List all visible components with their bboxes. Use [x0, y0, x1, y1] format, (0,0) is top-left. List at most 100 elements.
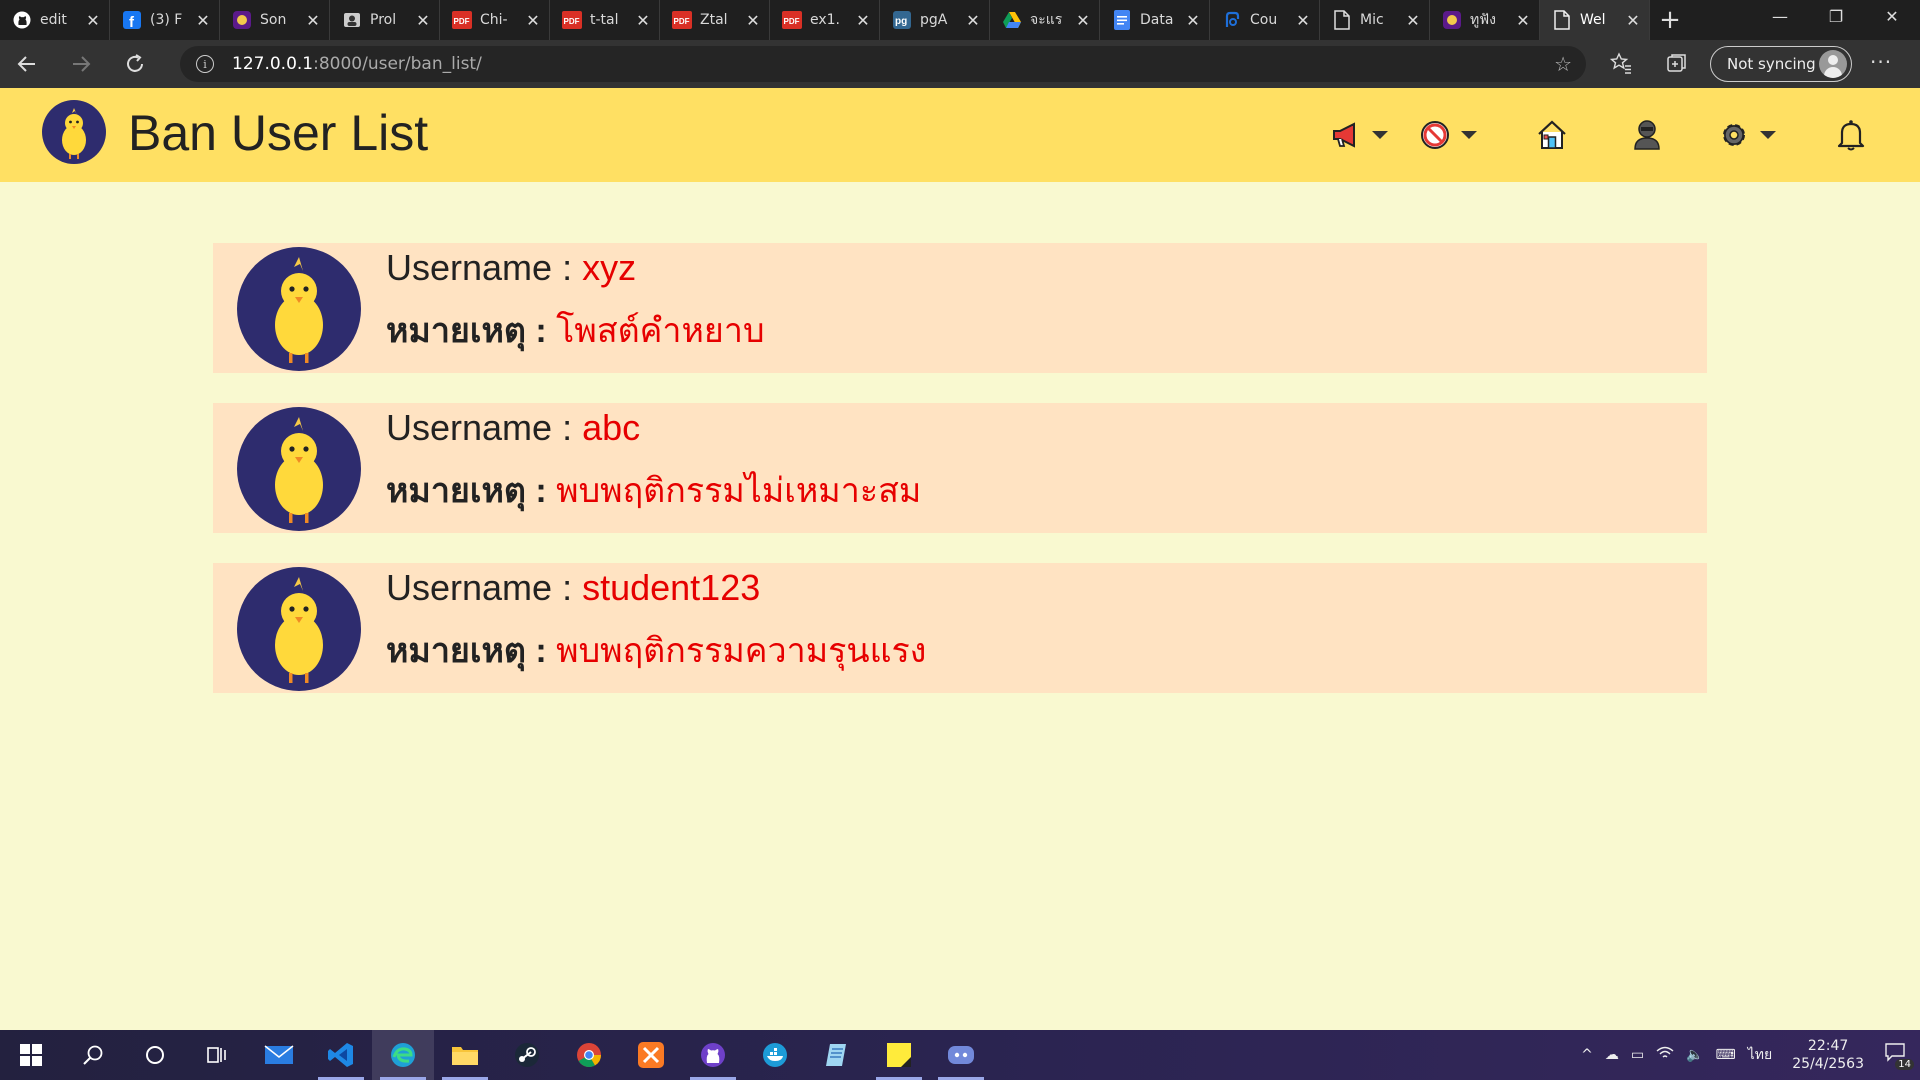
close-tab-icon[interactable]: ✕ [195, 11, 211, 30]
sticky-notes-app[interactable] [868, 1030, 930, 1080]
browser-tab[interactable]: จะแร ✕ [990, 0, 1100, 40]
cortana-button[interactable] [124, 1030, 186, 1080]
ban-list-item[interactable]: Username : abc หมายเหตุ : พบพฤติกรรมไม่เ… [213, 403, 1707, 533]
onedrive-icon[interactable]: ☁ [1605, 1047, 1619, 1063]
svg-text:PDF: PDF [674, 17, 690, 26]
megaphone-icon [1333, 122, 1355, 148]
browser-tab[interactable]: ทูฟัง ✕ [1430, 0, 1540, 40]
close-tab-icon[interactable]: ✕ [1185, 11, 1201, 30]
coursera-icon [1222, 10, 1242, 30]
close-tab-icon[interactable]: ✕ [525, 11, 541, 30]
ban-list-item[interactable]: Username : xyz หมายเหตุ : โพสต์คำหยาบ [213, 243, 1707, 373]
profile-button[interactable] [1633, 118, 1661, 152]
close-tab-icon[interactable]: ✕ [745, 11, 761, 30]
volume-icon[interactable]: 🔈 [1686, 1047, 1703, 1063]
browser-tab[interactable]: Mic ✕ [1320, 0, 1430, 40]
notifications-button[interactable] [1836, 118, 1866, 152]
browser-tab[interactable]: edit ✕ [0, 0, 110, 40]
edge-app[interactable] [372, 1030, 434, 1080]
close-tab-icon[interactable]: ✕ [635, 11, 651, 30]
browser-tab[interactable]: PDF t-tal ✕ [550, 0, 660, 40]
username-value: student123 [582, 567, 761, 608]
chick-avatar-icon [237, 407, 361, 531]
input-language[interactable]: ไทย [1748, 1044, 1772, 1066]
notification-count: 14 [1895, 1059, 1914, 1070]
browser-tab[interactable]: PDF Ztal ✕ [660, 0, 770, 40]
username-line: Username : student123 [386, 567, 760, 609]
note-line: หมายเหตุ : พบพฤติกรรมความรุนแรง [386, 623, 926, 677]
browser-tab-active[interactable]: Wel ✕ [1540, 0, 1650, 40]
url-field[interactable]: i 127.0.0.1:8000/user/ban_list/ ☆ [180, 46, 1586, 82]
sticky-notes-icon [887, 1043, 911, 1067]
announcement-menu[interactable] [1330, 118, 1388, 152]
close-tab-icon[interactable]: ✕ [1405, 11, 1421, 30]
steam-app[interactable] [496, 1030, 558, 1080]
task-view-button[interactable] [186, 1030, 248, 1080]
clock-time: 22:47 [1807, 1038, 1849, 1054]
close-tab-icon[interactable]: ✕ [1075, 11, 1091, 30]
favorites-icon[interactable] [1609, 52, 1632, 79]
close-window-icon[interactable]: ✕ [1864, 0, 1920, 32]
note-value: โพสต์คำหยาบ [556, 312, 765, 350]
file-explorer-app[interactable] [434, 1030, 496, 1080]
sync-button[interactable]: Not syncing [1710, 46, 1852, 82]
vscode-app[interactable] [310, 1030, 372, 1080]
svg-text:PDF: PDF [564, 17, 580, 26]
close-tab-icon[interactable]: ✕ [305, 11, 321, 30]
battery-icon[interactable]: ▭ [1631, 1047, 1644, 1063]
notification-center-icon[interactable]: 14 [1884, 1042, 1914, 1070]
mail-app[interactable] [248, 1030, 310, 1080]
notepad-app[interactable] [806, 1030, 868, 1080]
xampp-app[interactable] [620, 1030, 682, 1080]
chrome-icon [577, 1043, 601, 1068]
close-tab-icon[interactable]: ✕ [1295, 11, 1311, 30]
refresh-button[interactable] [108, 40, 162, 88]
back-button[interactable] [0, 40, 54, 88]
browser-tab[interactable]: PDF ex1. ✕ [770, 0, 880, 40]
minimize-icon[interactable]: — [1752, 0, 1808, 32]
close-tab-icon[interactable]: ✕ [85, 11, 101, 30]
close-tab-icon[interactable]: ✕ [855, 11, 871, 30]
discord-app[interactable] [930, 1030, 992, 1080]
browser-tab[interactable]: pg pgA ✕ [880, 0, 990, 40]
home-button[interactable] [1537, 118, 1567, 152]
search-button[interactable] [62, 1030, 124, 1080]
add-favorite-icon[interactable]: ☆ [1554, 52, 1572, 76]
browser-tab[interactable]: Son ✕ [220, 0, 330, 40]
more-options-icon[interactable]: ··· [1870, 50, 1892, 74]
restore-icon[interactable]: ❐ [1808, 0, 1864, 32]
show-hidden-icons-icon[interactable]: ^ [1581, 1047, 1593, 1063]
docker-app[interactable] [744, 1030, 806, 1080]
gear-icon [1723, 124, 1745, 146]
browser-tab[interactable]: Data ✕ [1100, 0, 1210, 40]
close-tab-icon[interactable]: ✕ [1625, 11, 1641, 30]
browser-tab[interactable]: Prol ✕ [330, 0, 440, 40]
touch-keyboard-icon[interactable]: ⌨ [1716, 1047, 1736, 1063]
chrome-app[interactable] [558, 1030, 620, 1080]
new-tab-button[interactable]: + [1650, 0, 1690, 40]
forward-button[interactable] [54, 40, 108, 88]
collections-icon[interactable] [1666, 52, 1688, 79]
username-label: Username : [386, 407, 583, 448]
tab-title: Data [1140, 12, 1174, 28]
browser-tab[interactable]: Cou ✕ [1210, 0, 1320, 40]
wifi-icon[interactable] [1656, 1046, 1674, 1064]
username-line: Username : xyz [386, 247, 636, 289]
windows-start-button[interactable] [0, 1030, 62, 1080]
site-info-icon[interactable]: i [196, 55, 214, 73]
settings-menu[interactable] [1718, 118, 1776, 152]
browser-tab[interactable]: f (3) F ✕ [110, 0, 220, 40]
url-host: 127.0.0.1 [232, 54, 314, 74]
ban-list-item[interactable]: Username : student123 หมายเหตุ : พบพฤติก… [213, 563, 1707, 693]
github-desktop-app[interactable] [682, 1030, 744, 1080]
svg-text:pg: pg [895, 16, 907, 27]
vscode-icon [328, 1043, 353, 1067]
close-tab-icon[interactable]: ✕ [1515, 11, 1531, 30]
close-tab-icon[interactable]: ✕ [415, 11, 431, 30]
chick-logo-icon[interactable] [42, 100, 106, 164]
browser-tab[interactable]: PDF Chi- ✕ [440, 0, 550, 40]
close-tab-icon[interactable]: ✕ [965, 11, 981, 30]
google-docs-icon [1112, 10, 1132, 30]
clock[interactable]: 22:47 25/4/2563 [1792, 1037, 1864, 1073]
ban-menu[interactable] [1419, 118, 1477, 152]
